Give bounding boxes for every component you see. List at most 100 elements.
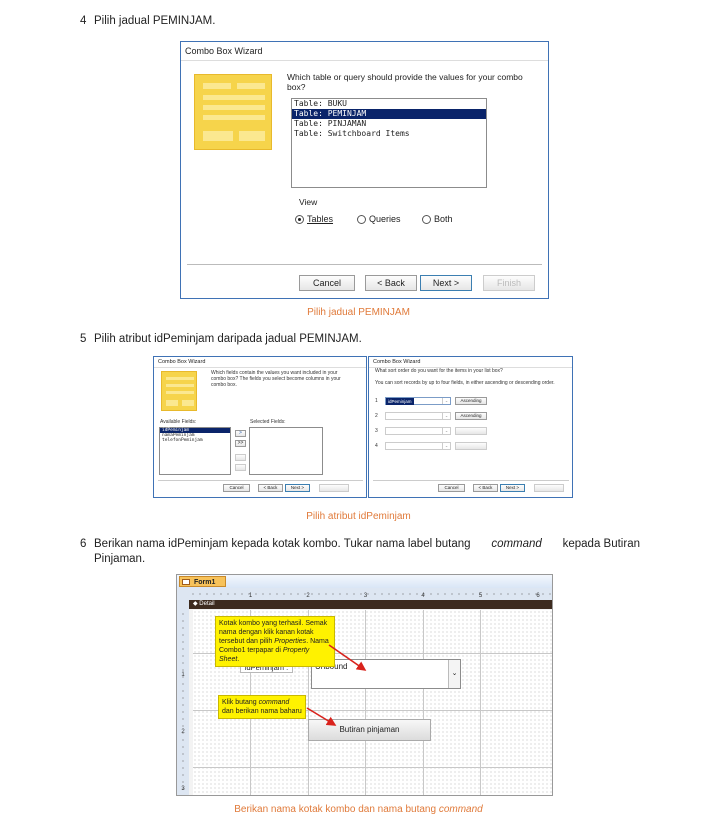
cancel-button[interactable]: Cancel xyxy=(299,275,355,291)
table-list-item[interactable]: Table: PEMINJAM xyxy=(292,109,486,119)
add-field-button[interactable]: > xyxy=(235,430,246,437)
remove-all-fields-button[interactable] xyxy=(235,464,246,471)
tab-label: Form1 xyxy=(194,579,216,586)
radio-both[interactable]: Both xyxy=(422,214,453,225)
divider xyxy=(373,480,569,481)
radio-tables[interactable]: Tables xyxy=(295,214,334,225)
sort-field-value: idPeminjam xyxy=(386,398,414,405)
window-title: Combo Box Wizard xyxy=(154,357,366,368)
next-button[interactable]: Next > xyxy=(500,484,525,492)
ruler-mark: 1 xyxy=(181,672,185,678)
finish-button[interactable] xyxy=(319,484,349,492)
chevron-down-icon[interactable]: ⌄ xyxy=(442,428,450,434)
wizard-illustration xyxy=(194,74,272,150)
vertical-ruler: 1 2 3 xyxy=(177,600,189,795)
step-text-line2: Pinjaman. xyxy=(94,553,146,565)
chevron-down-icon[interactable]: ⌄ xyxy=(442,413,450,419)
table-list-item[interactable]: Table: PINJAMAN xyxy=(292,119,486,129)
step-number: 6 xyxy=(80,538,87,550)
ruler-mark: 6 xyxy=(536,593,540,599)
wizard-hint: You can sort records by up to four field… xyxy=(375,380,555,386)
sort-field-select[interactable]: ⌄ xyxy=(385,412,451,420)
step-number: 4 xyxy=(80,15,87,27)
radio-queries-label: Queries xyxy=(369,214,401,224)
tab-form1[interactable]: Form1 xyxy=(179,576,227,587)
finish-button[interactable] xyxy=(534,484,564,492)
sort-field-select[interactable]: idPeminjam ⌄ xyxy=(385,397,451,405)
table-list-item[interactable]: Table: Switchboard Items xyxy=(292,129,486,139)
wizard-question: Which fields contain the values you want… xyxy=(211,370,341,388)
note-emphasis: Properties xyxy=(274,638,307,645)
step-text: Pilih atribut idPeminjam daripada jadual… xyxy=(94,333,362,345)
sort-field-select[interactable]: ⌄ xyxy=(385,442,451,450)
radio-tables-label: Tables xyxy=(307,214,334,224)
form-design-view: Form1 123456 ◆ Detail 123 idPeminjam : U… xyxy=(176,574,553,796)
step-text-emphasis: command xyxy=(491,538,542,550)
note-text: dan berikan nama baharu xyxy=(222,708,302,715)
window-title: Combo Box Wizard xyxy=(181,42,548,61)
note-text: Klik butang xyxy=(222,699,257,706)
cancel-button[interactable]: Cancel xyxy=(223,484,250,492)
sort-field-select[interactable]: ⌄ xyxy=(385,427,451,435)
chevron-down-icon[interactable]: ⌄ xyxy=(442,398,450,404)
sort-row-number: 2 xyxy=(375,413,378,419)
sort-row-number: 3 xyxy=(375,428,378,434)
caption-3: Berikan nama kotak kombo dan nama butang… xyxy=(0,804,717,815)
ruler-mark: 2 xyxy=(181,729,185,735)
cancel-button[interactable]: Cancel xyxy=(438,484,465,492)
form-icon xyxy=(182,579,190,585)
field-list-item[interactable]: telefonPeminjam xyxy=(160,438,230,443)
table-list[interactable]: Table: BUKU Table: PEMINJAM Table: PINJAMA… xyxy=(291,98,487,188)
table-list-item[interactable]: Table: BUKU xyxy=(292,99,486,109)
back-button[interactable]: < Back xyxy=(473,484,498,492)
view-label: View xyxy=(299,197,318,207)
ruler-mark: 3 xyxy=(181,786,185,792)
finish-button[interactable]: Finish xyxy=(483,275,535,291)
step-number: 5 xyxy=(80,333,87,345)
chevron-down-icon[interactable]: ⌄ xyxy=(448,660,460,688)
step-text: Pilih jadual PEMINJAM. xyxy=(94,15,216,27)
sort-row-number: 4 xyxy=(375,443,378,449)
add-all-fields-button[interactable]: >> xyxy=(235,440,246,447)
chevron-down-icon[interactable]: ⌄ xyxy=(442,443,450,449)
combo-box-wizard-fields: Combo Box Wizard Which fields contain th… xyxy=(153,356,367,498)
ruler-mark: 3 xyxy=(364,593,368,599)
sort-order-button[interactable] xyxy=(455,427,487,435)
next-button[interactable]: Next > xyxy=(420,275,472,291)
back-button[interactable]: < Back xyxy=(365,275,417,291)
sort-order-button[interactable]: Ascending xyxy=(455,397,487,405)
wizard-question: What sort order do you want for the item… xyxy=(375,368,503,374)
next-button[interactable]: Next > xyxy=(285,484,310,492)
ruler-mark: 5 xyxy=(479,593,483,599)
horizontal-ruler: 1 2 3 4 5 6 xyxy=(177,588,552,600)
sort-row-number: 1 xyxy=(375,398,378,404)
available-fields-label: Available Fields: xyxy=(160,419,197,425)
combo-box-wizard-table: Combo Box Wizard Which table or query sh… xyxy=(180,41,549,299)
selected-fields-list[interactable] xyxy=(249,427,323,475)
document-tab-bar: Form1 xyxy=(177,575,552,589)
ruler-mark: 4 xyxy=(421,593,425,599)
note-command-button: Klik butang command dan berikan nama baha… xyxy=(218,695,306,719)
note-text: . xyxy=(237,656,240,663)
detail-label: Detail xyxy=(199,601,215,607)
available-fields-list[interactable]: idPeminjam namaPeminjam telefonPeminjam xyxy=(159,427,231,475)
step-text-line1-end: kepada Butiran xyxy=(562,538,640,550)
back-button[interactable]: < Back xyxy=(258,484,283,492)
note-combo-box: Kotak kombo yang terhasil. Semak nama de… xyxy=(215,616,335,667)
note-emphasis: command xyxy=(258,699,290,706)
command-button-control[interactable]: Butiran pinjaman xyxy=(308,719,431,741)
divider xyxy=(187,264,542,265)
window-title: Combo Box Wizard xyxy=(369,357,572,368)
sort-order-button[interactable] xyxy=(455,442,487,450)
wizard-illustration xyxy=(161,371,197,411)
remove-field-button[interactable] xyxy=(235,454,246,461)
caption-emphasis: command xyxy=(438,804,483,815)
sort-order-button[interactable]: Ascending xyxy=(455,412,487,420)
radio-queries[interactable]: Queries xyxy=(357,214,401,225)
detail-icon: ◆ xyxy=(193,601,198,607)
radio-selected-icon xyxy=(295,215,304,225)
caption-text: Berikan nama kotak kombo dan nama butang xyxy=(234,804,437,815)
radio-icon xyxy=(357,215,366,225)
divider xyxy=(158,480,363,481)
detail-section-bar[interactable]: ◆ Detail xyxy=(189,600,552,609)
